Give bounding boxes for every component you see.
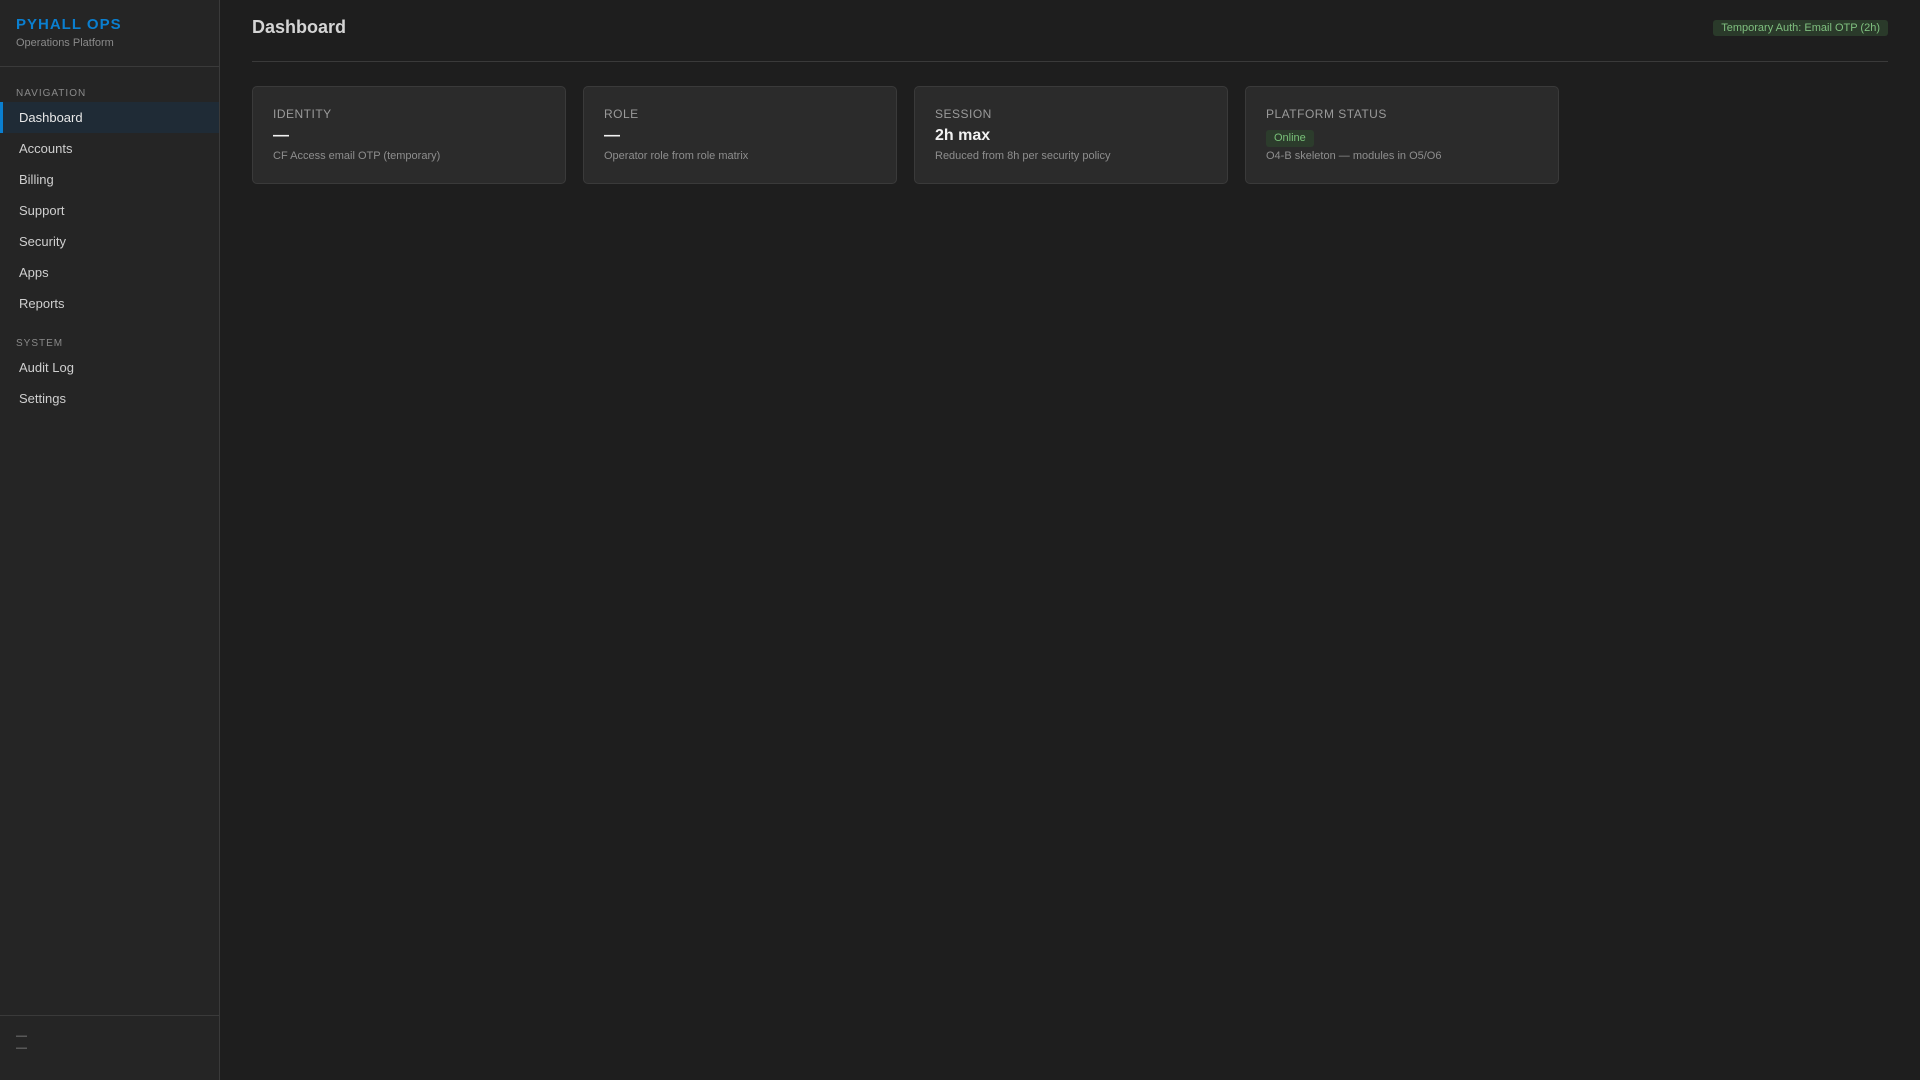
card-description: Reduced from 8h per security policy: [935, 150, 1111, 162]
card-value: 2h max: [935, 127, 991, 144]
card-description: CF Access email OTP (temporary): [273, 150, 441, 162]
sidebar-item-reports[interactable]: Reports: [0, 288, 219, 319]
page-header: Dashboard Temporary Auth: Email OTP (2h): [252, 0, 1888, 62]
sidebar-item-dashboard[interactable]: Dashboard: [0, 102, 219, 133]
sidebar-item-billing[interactable]: Billing: [0, 164, 219, 195]
platform-status-card: Platform Status Online O4-B skeleton — m…: [1245, 86, 1559, 184]
page-title: Dashboard: [252, 17, 347, 37]
system-section-label: SYSTEM: [16, 338, 64, 349]
role-card: Role — Operator role from role matrix: [583, 86, 897, 184]
sidebar-item-apps[interactable]: Apps: [0, 257, 219, 288]
brand-name: PYHALL OPS: [16, 16, 122, 33]
footer-user: —: [16, 1030, 27, 1042]
sidebar: PYHALL OPS Operations Platform NAVIGATIO…: [0, 0, 220, 1080]
card-label: Session: [935, 107, 992, 121]
system-list: Audit Log Settings: [0, 352, 219, 414]
status-badge: Online: [1266, 130, 1314, 147]
auth-badge: Temporary Auth: Email OTP (2h): [1713, 19, 1888, 36]
card-value: —: [604, 127, 620, 144]
sidebar-item-audit-log[interactable]: Audit Log: [0, 352, 219, 383]
card-description: Operator role from role matrix: [604, 150, 749, 162]
card-label: Identity: [273, 107, 332, 121]
footer-role: —: [16, 1042, 27, 1054]
sidebar-item-settings[interactable]: Settings: [0, 383, 219, 414]
summary-cards: Identity — CF Access email OTP (temporar…: [252, 86, 1888, 184]
card-label: Platform Status: [1266, 107, 1387, 121]
card-description: O4-B skeleton — modules in O5/O6: [1266, 150, 1442, 162]
card-label: Role: [604, 107, 639, 121]
card-value: —: [273, 127, 289, 144]
navigation-list: Dashboard Accounts Billing Support Secur…: [0, 102, 219, 319]
brand: PYHALL OPS Operations Platform: [0, 0, 219, 67]
sidebar-item-accounts[interactable]: Accounts: [0, 133, 219, 164]
navigation-section-label: NAVIGATION: [16, 88, 87, 99]
sidebar-item-security[interactable]: Security: [0, 226, 219, 257]
main-content: Dashboard Temporary Auth: Email OTP (2h)…: [252, 0, 1888, 184]
session-card: Session 2h max Reduced from 8h per secur…: [914, 86, 1228, 184]
sidebar-footer: — —: [0, 1015, 219, 1080]
brand-subtitle: Operations Platform: [16, 37, 114, 49]
identity-card: Identity — CF Access email OTP (temporar…: [252, 86, 566, 184]
sidebar-item-support[interactable]: Support: [0, 195, 219, 226]
